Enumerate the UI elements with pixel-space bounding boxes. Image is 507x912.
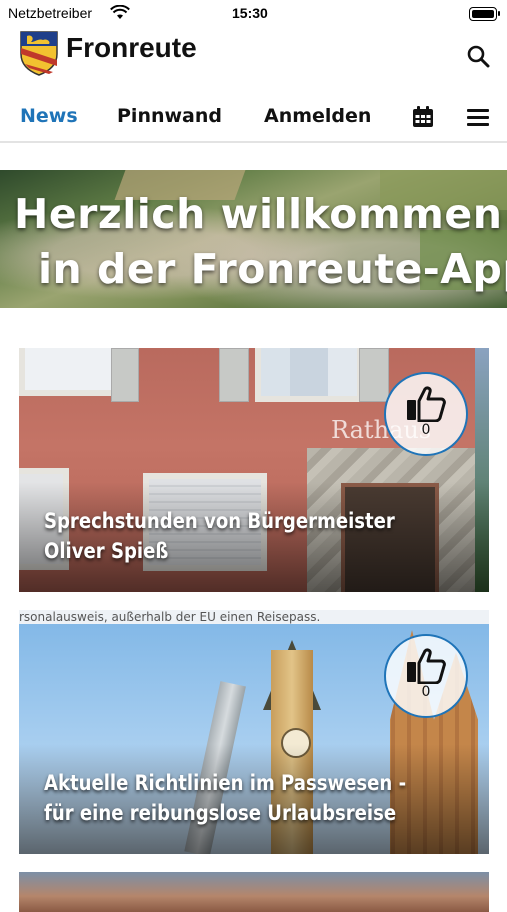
welcome-banner: Herzlich willkommen in der Fronreute-App… <box>0 170 507 308</box>
like-count: 0 <box>421 422 431 438</box>
coat-of-arms-icon <box>20 31 58 76</box>
tab-anmelden[interactable]: Anmelden <box>264 105 371 127</box>
status-time: 15:30 <box>232 5 268 21</box>
news-card[interactable]: Rathaus 0 Sprechstunden von Bürgermeiste… <box>19 348 489 592</box>
tab-news[interactable]: News <box>20 105 78 127</box>
carrier-label: Netzbetreiber <box>8 5 93 21</box>
shutter-decoration <box>219 348 249 402</box>
banner-headline-line1: Herzlich willkommen <box>14 190 503 238</box>
wifi-icon <box>110 5 130 19</box>
calendar-icon[interactable] <box>411 105 435 129</box>
battery-icon <box>469 7 500 21</box>
search-icon[interactable] <box>466 44 490 68</box>
shutter-decoration <box>359 348 389 402</box>
like-button[interactable]: 0 <box>384 634 468 718</box>
status-bar: Netzbetreiber 15:30 <box>0 0 507 28</box>
banner-headline-line2: in der Fronreute-App! <box>38 245 507 293</box>
shutter-decoration <box>111 348 139 402</box>
hamburger-menu-icon[interactable] <box>467 107 489 127</box>
app-title: Fronreute <box>66 32 197 63</box>
news-card[interactable] <box>19 872 489 912</box>
like-count: 0 <box>421 684 431 700</box>
tab-pinnwand[interactable]: Pinnwand <box>117 105 222 127</box>
card-image <box>19 872 489 912</box>
thumbs-up-icon <box>407 386 446 422</box>
app-header: Fronreute <box>0 28 507 80</box>
main-nav: News Pinnwand Anmelden <box>0 95 507 143</box>
like-button[interactable]: 0 <box>384 372 468 456</box>
window-decoration <box>19 348 119 396</box>
news-title: Sprechstunden von Bürgermeister Oliver S… <box>44 509 395 563</box>
thumbs-up-icon <box>407 648 446 684</box>
window-decoration <box>255 348 363 402</box>
news-title: Aktuelle Richtlinien im Passwesen - für … <box>44 771 407 825</box>
news-card[interactable]: rsonalausweis, außerhalb der EU einen Re… <box>19 610 489 854</box>
image-caption-text: rsonalausweis, außerhalb der EU einen Re… <box>19 610 489 624</box>
